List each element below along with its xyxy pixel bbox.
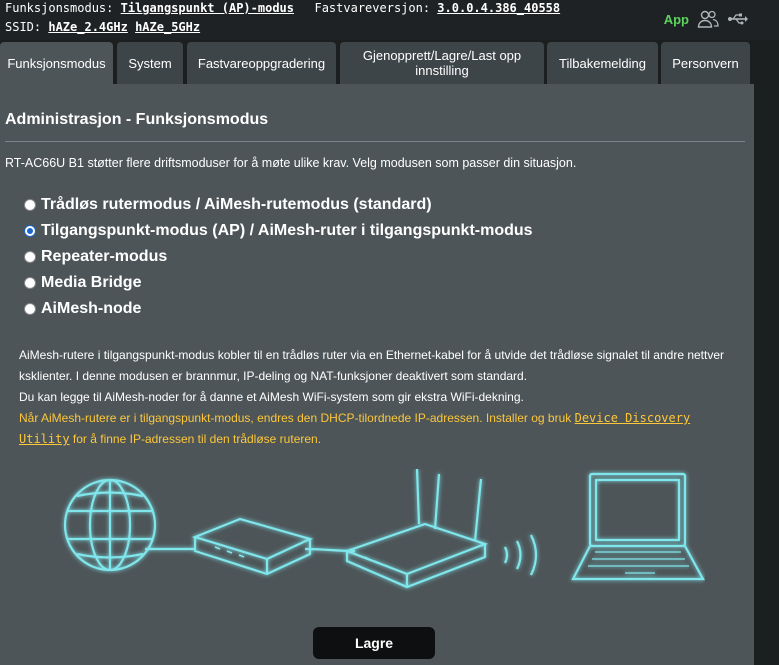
radio-button[interactable] — [24, 303, 36, 315]
page-title: Administrasjon - Funksjonsmodus — [5, 111, 269, 128]
mode-option-label: Repeater-modus — [41, 248, 168, 265]
mode-option-access-point[interactable]: Tilgangspunkt-modus (AP) / AiMesh-ruter … — [24, 218, 533, 244]
tab-system[interactable]: System — [117, 42, 183, 84]
firmware-label: Fastvareversjon: — [314, 1, 431, 15]
usb-icon[interactable] — [727, 10, 749, 28]
top-info-bar: Funksjonsmodus: Tilgangspunkt (AP)-modus… — [0, 0, 779, 40]
radio-button-checked[interactable] — [24, 225, 36, 237]
main-panel: Administrasjon - Funksjonsmodus RT-AC66U… — [0, 84, 754, 665]
tab-gjenopprett[interactable]: Gjenopprett/Lagre/Last opp innstilling — [340, 42, 544, 84]
mode-option-label: AiMesh-node — [41, 300, 142, 317]
mode-option-label: Tilgangspunkt-modus (AP) / AiMesh-ruter … — [41, 222, 533, 239]
ssid-label: SSID: — [5, 20, 42, 34]
ssid-info-row: SSID: hAZe_2.4GHz hAZe_5GHz — [5, 20, 200, 34]
firmware-link[interactable]: 3.0.0.4.386_40558 — [437, 1, 560, 15]
note-dhcp-text-end: for å finne IP-adressen til den trådløse… — [69, 432, 322, 446]
top-icons: App — [664, 10, 749, 28]
mode-option-wireless-router[interactable]: Trådløs rutermodus / AiMesh-rutemodus (s… — [24, 192, 533, 218]
router-icon — [343, 469, 489, 589]
radio-button[interactable] — [24, 277, 36, 289]
note-ap-description: AiMesh-rutere i tilgangspunkt-modus kobl… — [19, 348, 725, 383]
mode-label: Funksjonsmodus: — [5, 1, 114, 15]
mode-notes: AiMesh-rutere i tilgangspunkt-modus kobl… — [19, 345, 739, 450]
ap-mode-illustration — [63, 469, 705, 589]
laptop-icon — [571, 472, 705, 581]
mode-link[interactable]: Tilgangspunkt (AP)-modus — [121, 1, 294, 15]
mode-option-repeater[interactable]: Repeater-modus — [24, 244, 533, 270]
ssid-24ghz-link[interactable]: hAZe_2.4GHz — [48, 20, 127, 34]
ssid-5ghz-link[interactable]: hAZe_5GHz — [135, 20, 200, 34]
mode-info-row: Funksjonsmodus: Tilgangspunkt (AP)-modus… — [5, 1, 560, 15]
mode-option-aimesh-node[interactable]: AiMesh-node — [24, 296, 533, 322]
radio-button[interactable] — [24, 199, 36, 211]
app-link[interactable]: App — [664, 12, 689, 27]
users-icon[interactable] — [697, 10, 719, 28]
note-dhcp-text: Når AiMesh-rutere er i tilgangspunkt-mod… — [19, 411, 575, 425]
mode-option-media-bridge[interactable]: Media Bridge — [24, 270, 533, 296]
note-aimesh-nodes: Du kan legge til AiMesh-noder for å dann… — [19, 390, 524, 404]
tab-bar: Funksjonsmodus System Fastvareoppgraderi… — [0, 40, 754, 84]
save-button[interactable]: Lagre — [313, 627, 435, 659]
tab-personvern[interactable]: Personvern — [661, 42, 750, 84]
side-gutter — [754, 40, 779, 665]
note-dhcp-warning: Når AiMesh-rutere er i tilgangspunkt-mod… — [19, 408, 739, 450]
mode-radio-group: Trådløs rutermodus / AiMesh-rutemodus (s… — [24, 192, 533, 322]
modem-icon — [191, 517, 314, 576]
page-description: RT-AC66U B1 støtter flere driftsmoduser … — [5, 156, 577, 170]
tab-fastvareoppgradering[interactable]: Fastvareoppgradering — [187, 42, 336, 84]
title-divider — [5, 141, 745, 142]
wifi-waves-icon — [504, 534, 538, 576]
globe-icon — [63, 478, 157, 572]
tab-tilbakemelding[interactable]: Tilbakemelding — [547, 42, 658, 84]
mode-option-label: Trådløs rutermodus / AiMesh-rutemodus (s… — [41, 196, 432, 213]
radio-button[interactable] — [24, 251, 36, 263]
tab-funksjonsmodus[interactable]: Funksjonsmodus — [0, 42, 113, 84]
mode-option-label: Media Bridge — [41, 274, 142, 291]
